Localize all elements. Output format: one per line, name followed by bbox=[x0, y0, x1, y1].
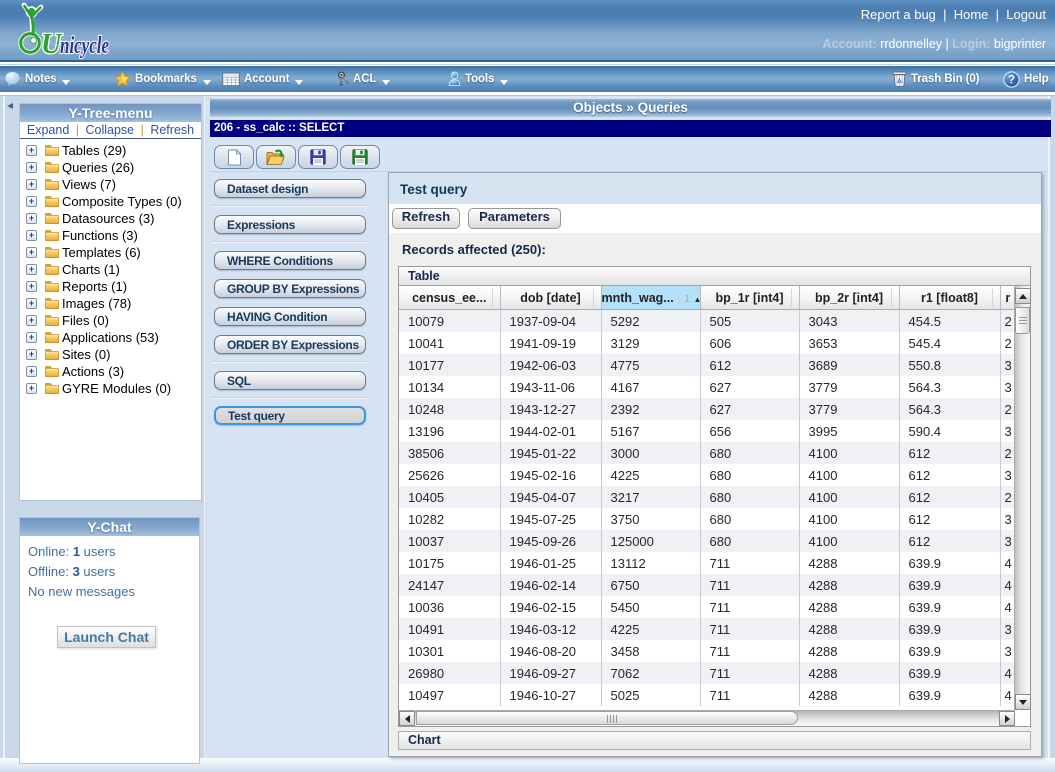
svg-text:?: ? bbox=[1008, 74, 1015, 86]
svg-text:nicycle: nicycle bbox=[60, 33, 109, 59]
